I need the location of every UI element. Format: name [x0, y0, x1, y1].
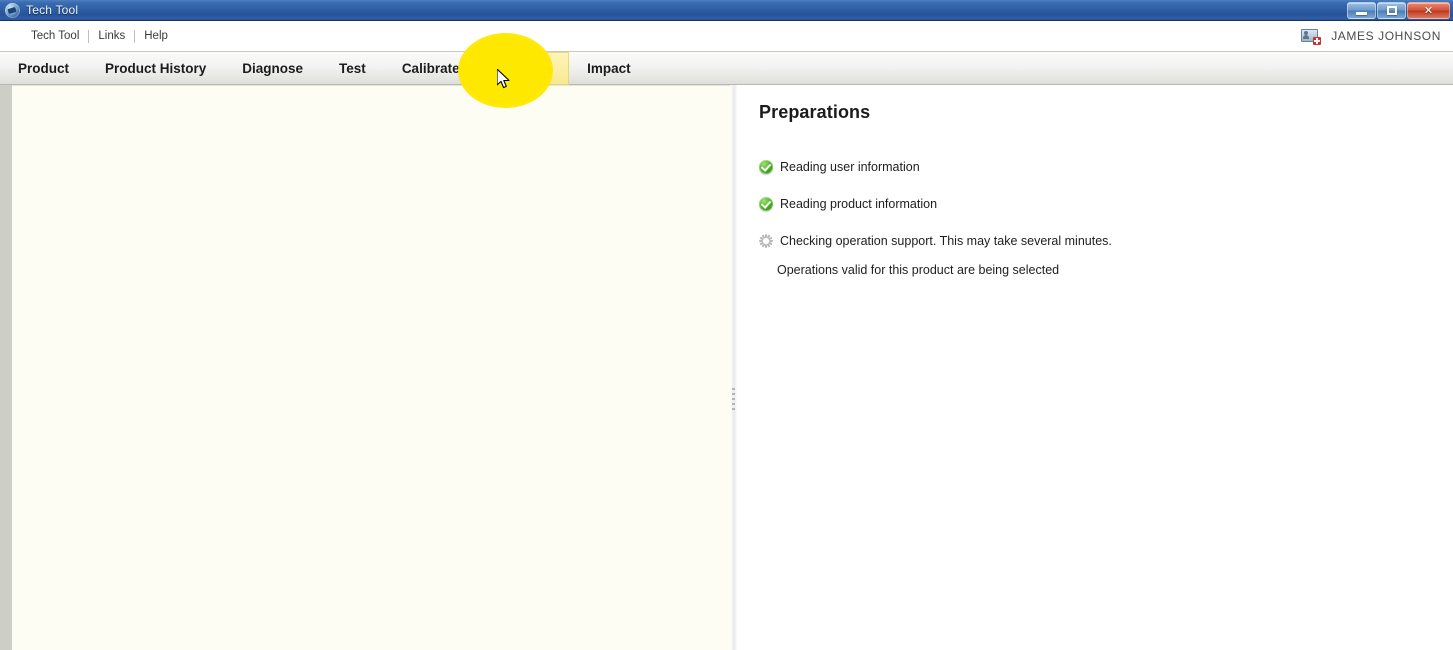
maximize-icon — [1386, 5, 1397, 15]
tab-impact[interactable]: Impact — [569, 52, 649, 85]
close-icon: ✕ — [1423, 3, 1434, 17]
tab-diagnose[interactable]: Diagnose — [224, 52, 321, 85]
grip-dot — [732, 408, 735, 410]
panel-splitter[interactable] — [730, 85, 737, 650]
grip-dot — [732, 398, 735, 400]
status-label: Reading user information — [780, 160, 920, 174]
status-label: Reading product information — [780, 197, 938, 211]
spinner-icon — [759, 234, 773, 248]
tab-calibrate[interactable]: Calibrate — [384, 52, 478, 85]
window-title-bar: Tech Tool ✕ — [0, 0, 1453, 21]
menu-bar: Tech Tool Links Help JAMES JOHNSON — [0, 21, 1453, 52]
status-row: Reading user information — [759, 155, 1409, 179]
menu-item-links[interactable]: Links — [89, 28, 134, 44]
minimize-button[interactable] — [1347, 1, 1376, 19]
main-navigation-bar: Product Product History Diagnose Test Ca… — [0, 51, 1453, 85]
current-user-name: JAMES JOHNSON — [1331, 29, 1441, 43]
status-label: Checking operation support. This may tak… — [780, 234, 1112, 248]
status-row: Checking operation support. This may tak… — [759, 229, 1409, 253]
tech-tool-application-window: Tech Tool ✕ Tech Tool Links Help JAMES J… — [0, 0, 1453, 650]
menu-item-group: Tech Tool Links Help — [22, 28, 177, 44]
minimize-icon — [1356, 11, 1367, 15]
tab-product-history[interactable]: Product History — [87, 52, 224, 85]
green-check-icon — [759, 160, 773, 174]
splitter-grip-icon — [732, 388, 735, 410]
left-content-panel — [12, 85, 730, 650]
preparations-panel: Preparations Reading user information Re… — [737, 85, 1453, 650]
window-controls: ✕ — [1346, 0, 1450, 21]
tab-product[interactable]: Product — [0, 52, 87, 85]
tech-tool-app-icon — [5, 2, 20, 18]
grip-dot — [732, 388, 735, 390]
user-body-shape — [1303, 35, 1310, 39]
status-sub-note: Operations valid for this product are be… — [777, 263, 1060, 277]
tab-test[interactable]: Test — [321, 52, 384, 85]
window-title: Tech Tool — [26, 3, 79, 17]
page-title: Preparations — [759, 102, 871, 122]
menu-item-tech-tool[interactable]: Tech Tool — [22, 28, 88, 44]
current-user-area[interactable]: JAMES JOHNSON — [1301, 28, 1441, 45]
window-left-edge — [0, 85, 12, 650]
user-account-icon — [1301, 28, 1322, 45]
content-area: Preparations Reading user information Re… — [0, 85, 1453, 650]
menu-item-help[interactable]: Help — [135, 28, 177, 44]
close-button[interactable]: ✕ — [1407, 1, 1450, 19]
maximize-button[interactable] — [1377, 1, 1406, 19]
preparation-status-list: Reading user information Reading product… — [759, 155, 1409, 253]
grip-dot — [732, 393, 735, 395]
green-check-icon — [759, 197, 773, 211]
grip-dot — [732, 403, 735, 405]
status-row: Reading product information — [759, 192, 1409, 216]
tab-program[interactable]: Program — [477, 51, 570, 85]
user-badge-shape — [1313, 37, 1322, 45]
